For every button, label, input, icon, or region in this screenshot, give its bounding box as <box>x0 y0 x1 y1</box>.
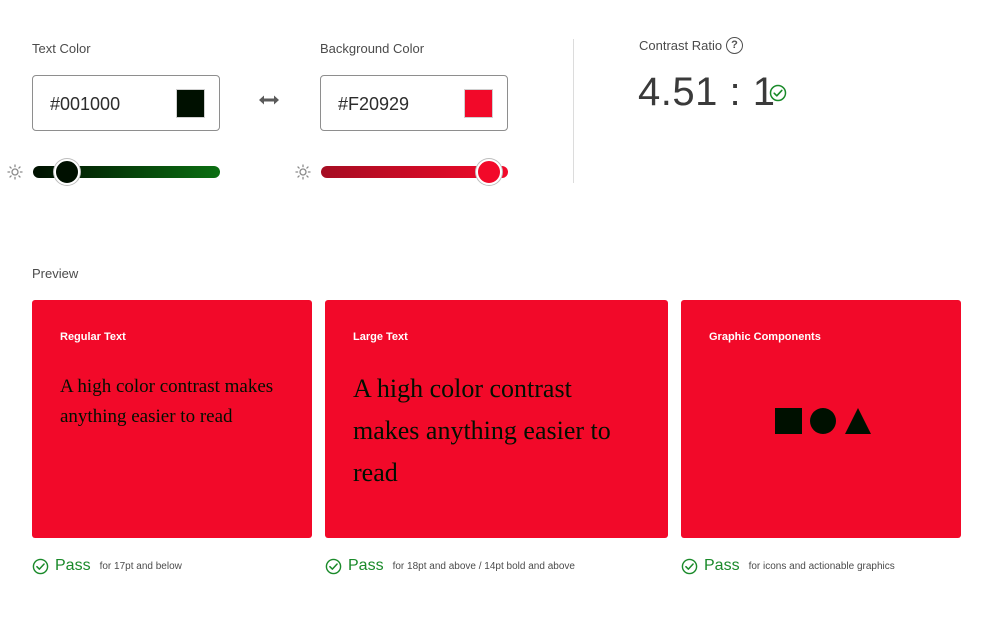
pass-note: for icons and actionable graphics <box>748 560 895 572</box>
brightness-icon <box>295 164 311 180</box>
card-title: Regular Text <box>60 331 126 343</box>
card-title: Large Text <box>353 331 408 343</box>
pass-label: Pass <box>348 557 384 574</box>
sample-shapes <box>775 408 871 434</box>
pass-result-graphic: Pass for icons and actionable graphics <box>681 556 895 576</box>
background-color-field[interactable] <box>320 75 508 131</box>
contrast-ratio-label: Contrast Ratio <box>639 38 723 53</box>
pass-note: for 17pt and below <box>99 560 182 572</box>
help-icon[interactable]: ? <box>726 37 743 54</box>
text-color-input[interactable] <box>50 92 160 116</box>
text-color-swatch[interactable] <box>176 89 205 118</box>
check-circle-icon <box>681 558 698 574</box>
text-brightness-thumb[interactable] <box>54 159 80 185</box>
background-color-input[interactable] <box>338 92 448 116</box>
large-text-card: Large Text A high color contrast makes a… <box>325 300 668 538</box>
background-brightness-thumb[interactable] <box>476 159 502 185</box>
circle-shape <box>810 408 836 434</box>
pass-label: Pass <box>704 557 740 574</box>
regular-text-card: Regular Text A high color contrast makes… <box>32 300 312 538</box>
background-color-label: Background Color <box>320 41 425 56</box>
contrast-ratio-value: 4.51 : 1 <box>638 70 776 114</box>
card-title: Graphic Components <box>709 331 821 343</box>
graphic-components-card: Graphic Components <box>681 300 961 538</box>
pass-label: Pass <box>55 557 91 574</box>
square-shape <box>775 408 802 434</box>
text-color-field[interactable] <box>32 75 220 131</box>
preview-label: Preview <box>32 266 79 281</box>
section-divider <box>573 39 574 183</box>
triangle-shape <box>845 408 871 434</box>
check-circle-icon <box>769 84 787 102</box>
pass-note: for 18pt and above / 14pt bold and above <box>392 560 575 572</box>
regular-text-sample: A high color contrast makes anything eas… <box>60 376 274 427</box>
check-circle-icon <box>325 558 342 574</box>
pass-result-regular: Pass for 17pt and below <box>32 556 182 576</box>
pass-result-large: Pass for 18pt and above / 14pt bold and … <box>325 556 575 576</box>
swap-arrows-icon[interactable] <box>259 94 279 106</box>
large-text-sample: A high color contrast makes anything eas… <box>353 374 611 487</box>
text-color-label: Text Color <box>32 41 91 56</box>
background-color-swatch[interactable] <box>464 89 493 118</box>
check-circle-icon <box>32 558 49 574</box>
brightness-icon <box>7 164 23 180</box>
